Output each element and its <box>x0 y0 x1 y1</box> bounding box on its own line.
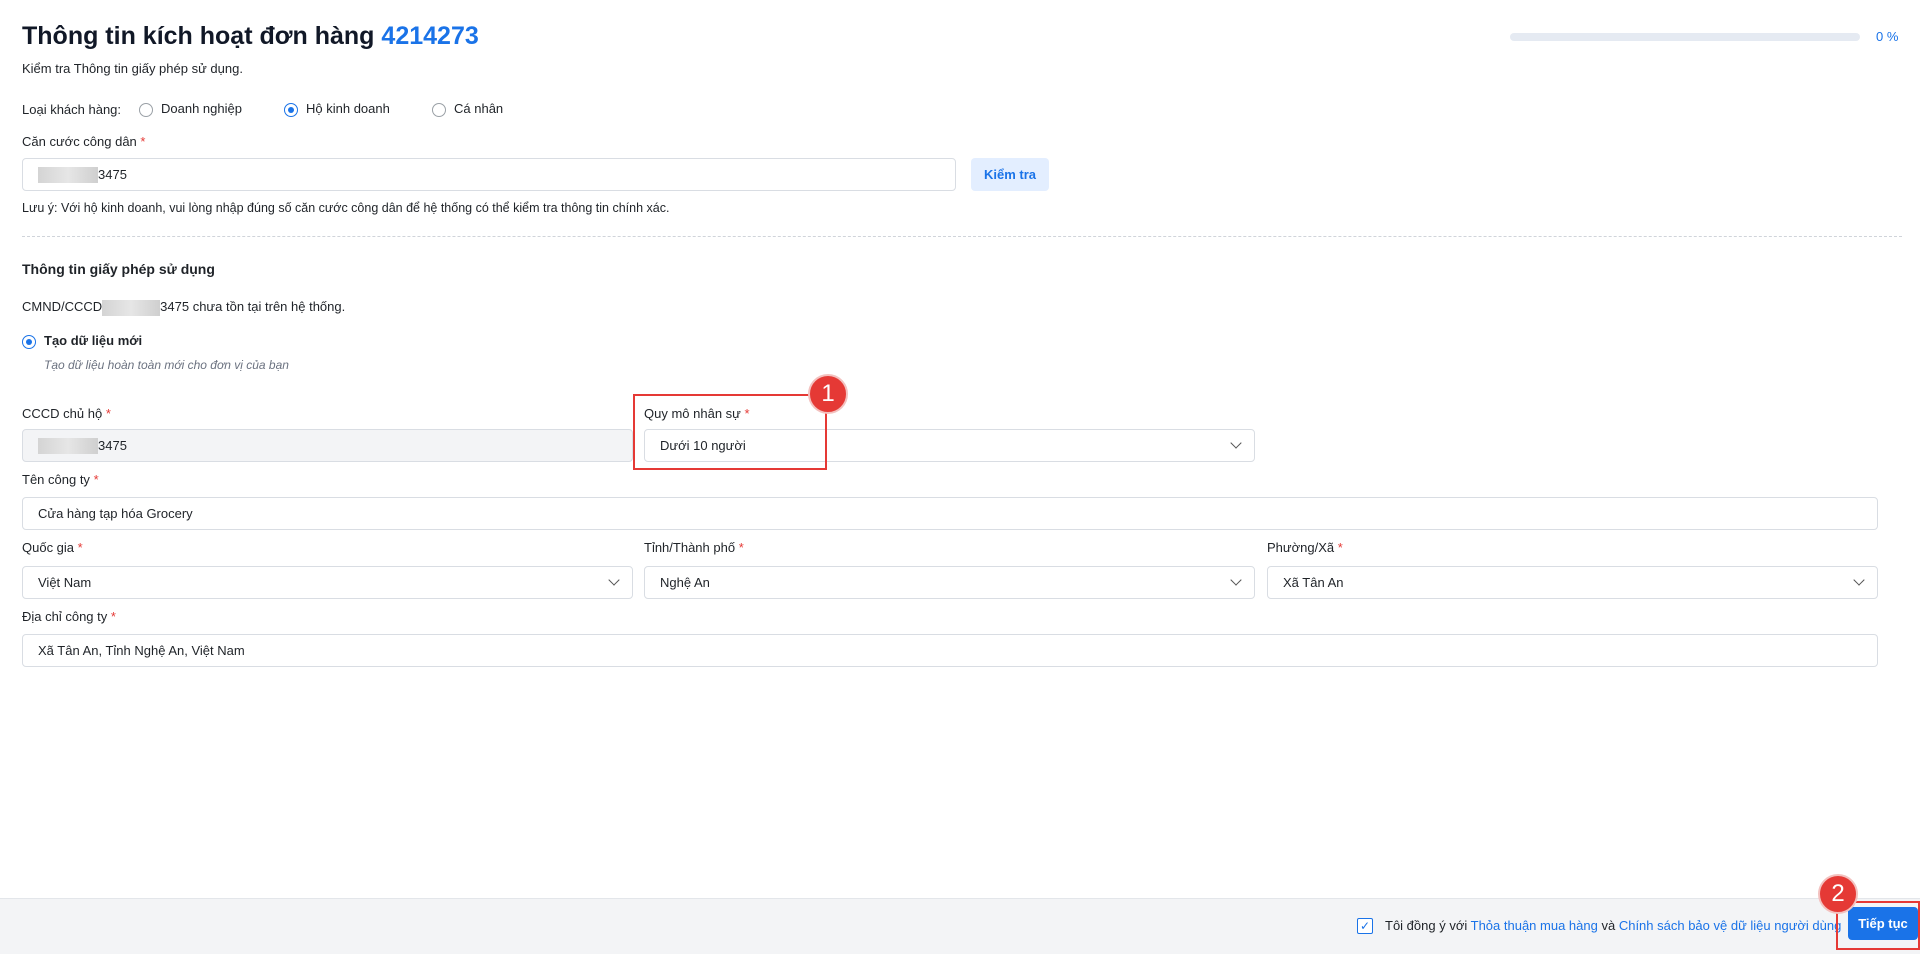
annotation-box-1 <box>633 394 827 470</box>
company-name-label: Tên công ty * <box>22 472 99 487</box>
agree-checkbox[interactable]: ✓ <box>1357 918 1373 934</box>
radio-doanh-nghiep[interactable]: Doanh nghiệp <box>139 101 242 117</box>
agree-text: Tôi đồng ý với Thỏa thuận mua hàng và Ch… <box>1385 918 1842 933</box>
country-select[interactable]: Việt Nam <box>22 566 633 599</box>
address-label: Địa chỉ công ty * <box>22 609 116 624</box>
annotation-badge-2: 2 <box>1818 874 1858 914</box>
chevron-down-icon <box>1230 574 1242 586</box>
company-name-input[interactable]: Cửa hàng tạp hóa Grocery <box>22 497 1878 530</box>
ward-select[interactable]: Xã Tân An <box>1267 566 1878 599</box>
note-text: Lưu ý: Với hộ kinh doanh, vui lòng nhập … <box>22 201 670 215</box>
chevron-down-icon <box>1853 574 1865 586</box>
radio-create-new[interactable]: Tạo dữ liệu mới <box>22 333 142 349</box>
id-label: Căn cước công dân * <box>22 134 146 149</box>
chevron-down-icon <box>1230 437 1242 449</box>
status-text: CMND/CCCD 3475 chưa tồn tại trên hệ thống… <box>22 299 346 316</box>
order-number: 4214273 <box>381 22 479 50</box>
radio-ca-nhan[interactable]: Cá nhân <box>432 101 503 117</box>
annotation-badge-1: 1 <box>808 374 848 414</box>
radio-checked-icon <box>284 102 298 117</box>
progress-label: 0 % <box>1876 29 1899 44</box>
radio-icon <box>139 102 153 117</box>
chevron-down-icon <box>608 574 620 586</box>
page-title: Thông tin kích hoạt đơn hàng 4214273 <box>22 22 479 50</box>
privacy-policy-link[interactable]: Chính sách bảo vệ dữ liệu người dùng <box>1619 918 1842 933</box>
owner-id-label: CCCD chủ hộ * <box>22 406 111 421</box>
ward-label: Phường/Xã * <box>1267 540 1343 555</box>
country-label: Quốc gia * <box>22 540 83 555</box>
address-input[interactable]: Xã Tân An, Tỉnh Nghệ An, Việt Nam <box>22 634 1878 667</box>
option-description: Tạo dữ liệu hoàn toàn mới cho đơn vị của… <box>44 358 289 372</box>
purchase-agreement-link[interactable]: Thỏa thuận mua hàng <box>1471 918 1598 933</box>
masked-digits <box>38 166 98 183</box>
divider <box>22 236 1902 237</box>
province-select[interactable]: Nghệ An <box>644 566 1255 599</box>
radio-icon <box>432 102 446 117</box>
section-heading: Thông tin giấy phép sử dụng <box>22 261 215 277</box>
customer-type-label: Loại khách hàng: <box>22 102 122 117</box>
check-button[interactable]: Kiểm tra <box>971 158 1049 191</box>
page-subtitle: Kiểm tra Thông tin giấy phép sử dụng. <box>22 61 243 76</box>
province-label: Tỉnh/Thành phố * <box>644 540 744 555</box>
progress-bar <box>1510 33 1860 41</box>
owner-id-input[interactable]: 3475 <box>22 429 633 462</box>
radio-ho-kinh-doanh[interactable]: Hộ kinh doanh <box>284 101 390 117</box>
id-input[interactable]: 3475 <box>22 158 956 191</box>
radio-checked-icon <box>22 334 36 349</box>
